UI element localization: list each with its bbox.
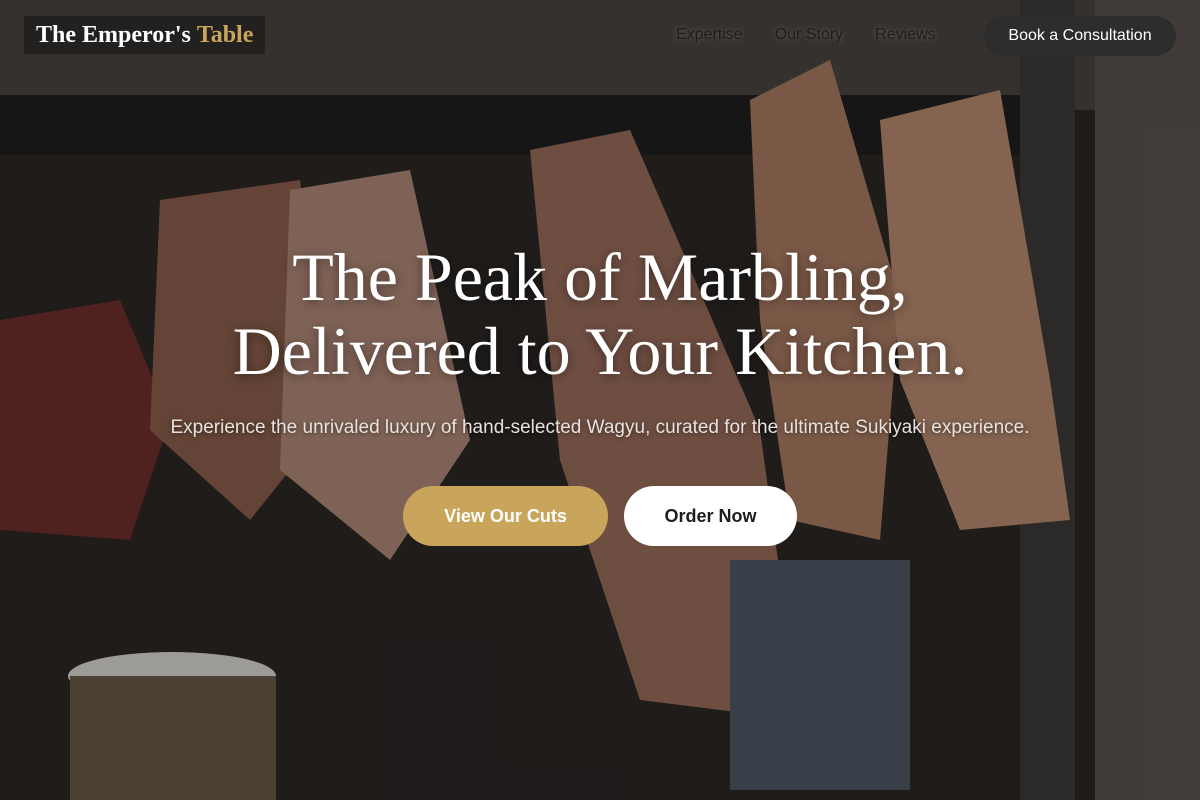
hero-headline: The Peak of Marbling, Delivered to Your … (0, 240, 1200, 388)
brand-logo[interactable]: The Emperor's Table (24, 16, 266, 54)
hero-headline-line1: The Peak of Marbling, (292, 239, 908, 315)
hero-headline-line2: Delivered to Your Kitchen. (232, 313, 968, 389)
view-cuts-button[interactable]: View Our Cuts (403, 486, 608, 546)
book-consultation-button[interactable]: Book a Consultation (984, 16, 1176, 56)
hero-content: The Peak of Marbling, Delivered to Your … (0, 240, 1200, 546)
hero-cta-group: View Our Cuts Order Now (0, 486, 1200, 546)
nav-link-reviews[interactable]: Reviews (859, 24, 951, 46)
order-now-button[interactable]: Order Now (624, 486, 797, 546)
hero-section: The Emperor's Table Expertise Our Story … (0, 0, 1200, 800)
main-nav: Expertise Our Story Reviews (660, 24, 952, 46)
brand-name: The Emperor's (36, 21, 191, 48)
nav-link-our-story[interactable]: Our Story (759, 24, 859, 46)
hero-subtitle: Experience the unrivaled luxury of hand-… (170, 417, 1030, 438)
brand-name-accent: Table (196, 21, 254, 48)
nav-link-expertise[interactable]: Expertise (660, 24, 759, 46)
